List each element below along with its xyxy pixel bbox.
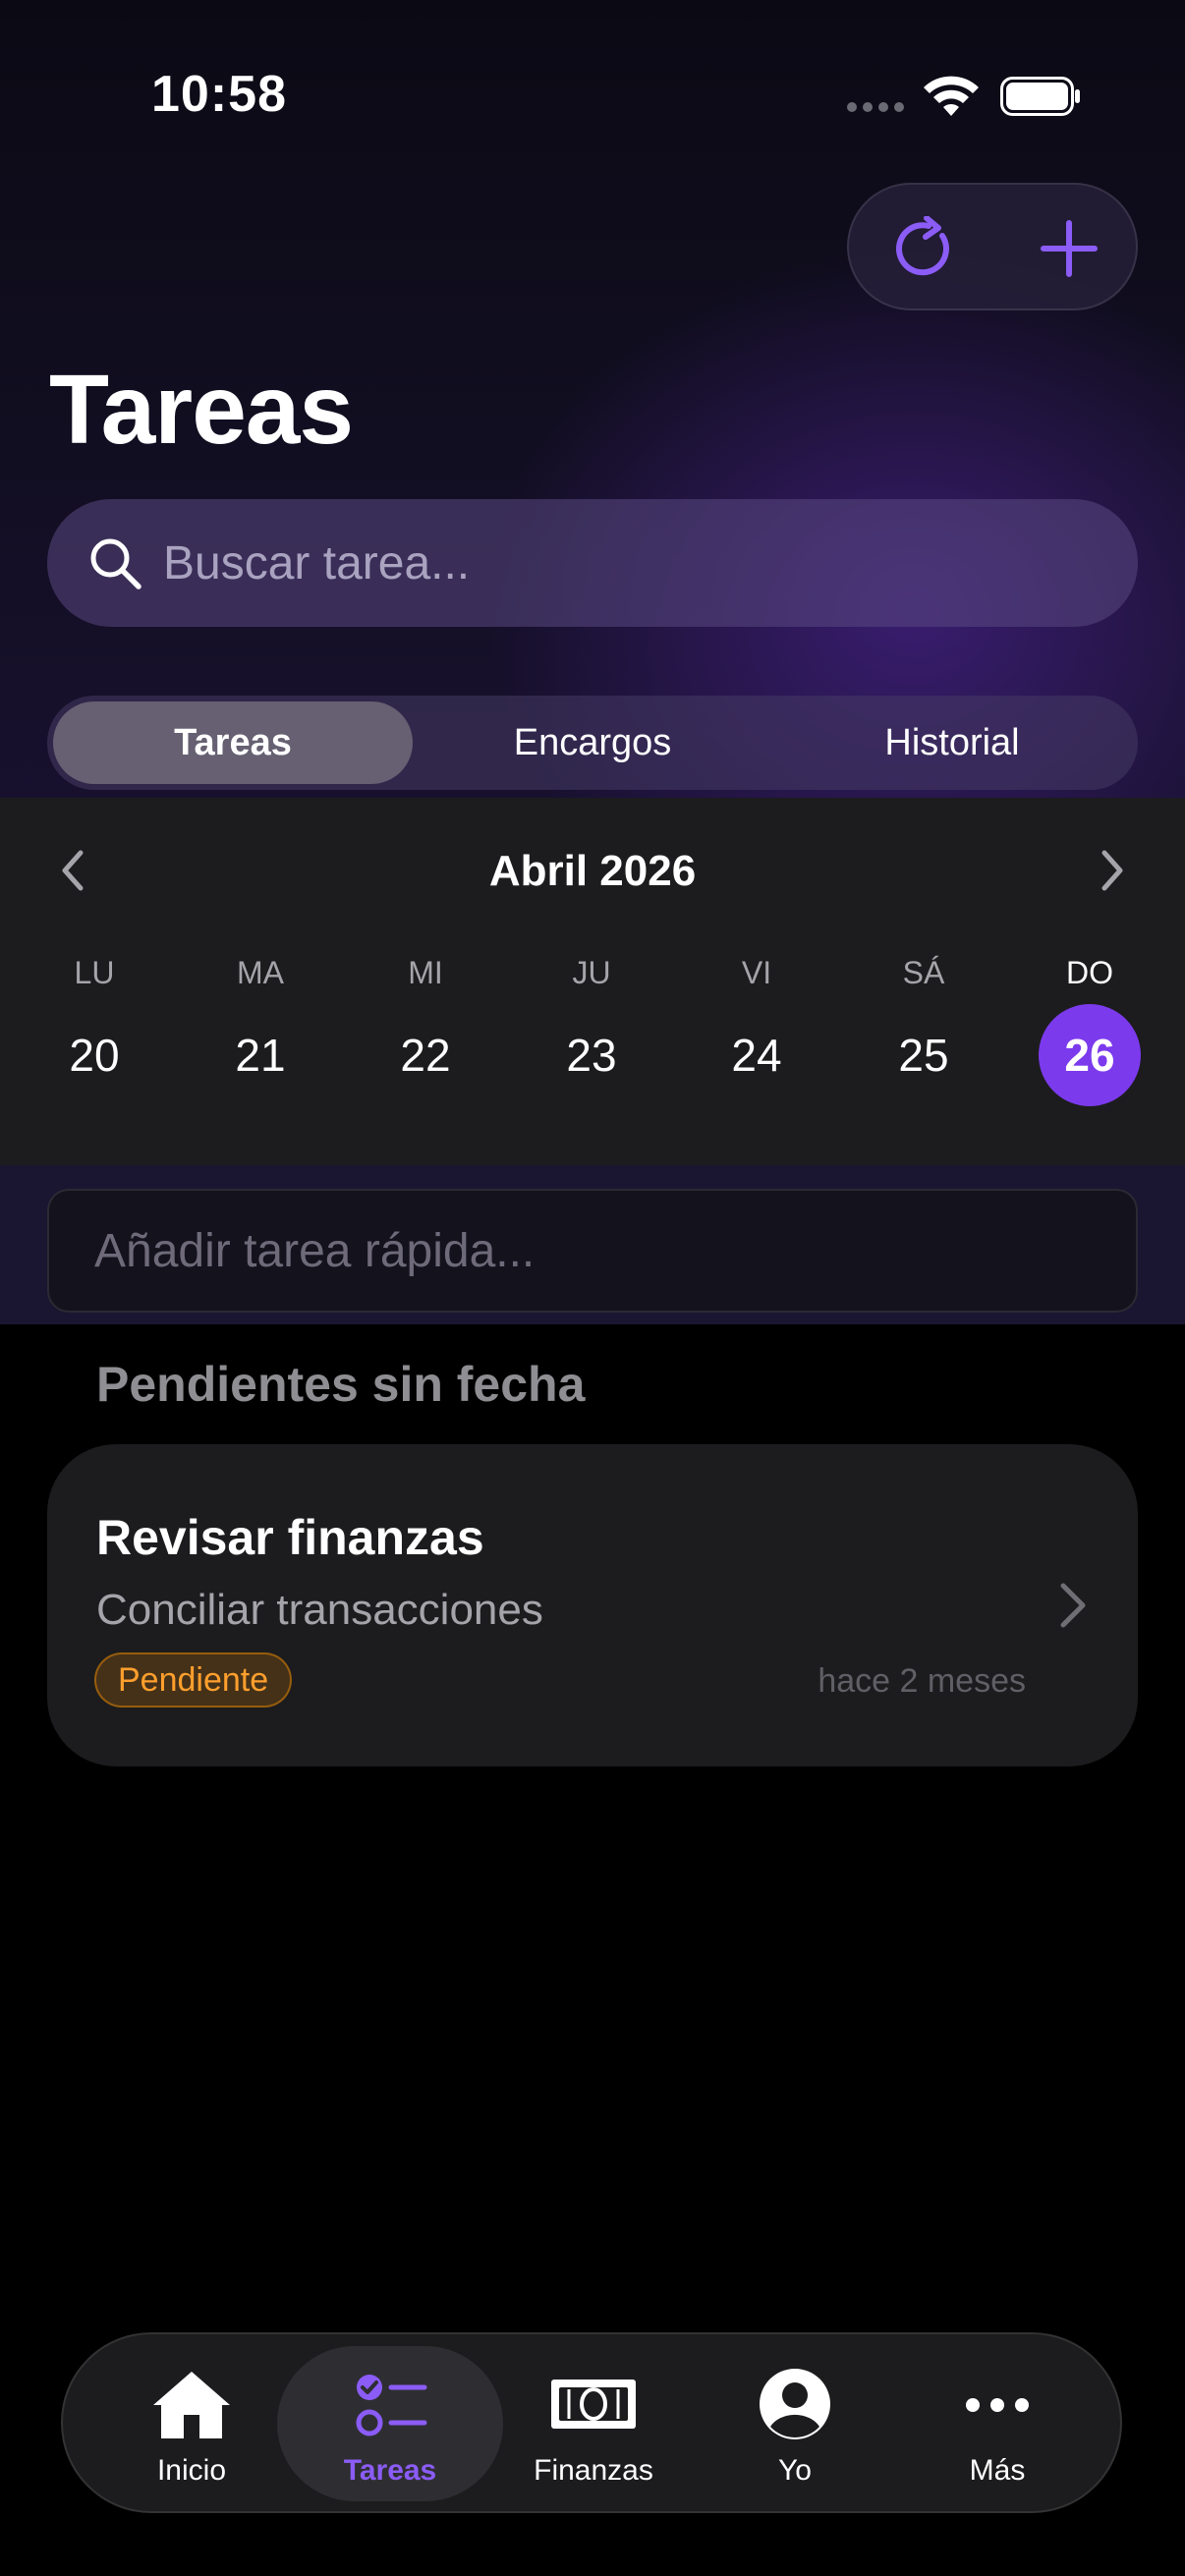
checklist-icon bbox=[356, 2375, 427, 2436]
search-input[interactable] bbox=[163, 499, 1106, 627]
quick-add-input[interactable] bbox=[94, 1191, 1097, 1311]
house-icon bbox=[153, 2372, 230, 2438]
tab-inicio[interactable]: Inicio bbox=[79, 2346, 305, 2501]
date-cell[interactable]: 24 bbox=[705, 1004, 808, 1106]
task-time-ago: hace 2 meses bbox=[818, 1662, 1026, 1700]
task-subtitle: Conciliar transacciones bbox=[96, 1586, 543, 1634]
date-cell[interactable]: 22 bbox=[374, 1004, 477, 1106]
tab-label: Tareas bbox=[343, 2454, 437, 2487]
task-title: Revisar finanzas bbox=[96, 1510, 484, 1565]
date-cell[interactable]: 23 bbox=[540, 1004, 643, 1106]
person-icon bbox=[760, 2369, 830, 2439]
date-row: 20 21 22 23 24 25 26 bbox=[0, 1004, 1185, 1106]
weekday-label: SÁ bbox=[902, 955, 945, 990]
tab-mas[interactable]: Más bbox=[884, 2346, 1110, 2501]
tab-bar: Inicio Tareas Finanzas Yo Más bbox=[61, 2332, 1122, 2513]
status-badge: Pendiente bbox=[94, 1652, 293, 1708]
calendar-month-label: Abril 2026 bbox=[488, 847, 697, 895]
cellular-signal-icon bbox=[847, 102, 906, 112]
header-actions bbox=[847, 183, 1138, 310]
search-bar[interactable] bbox=[47, 499, 1138, 627]
weekday-labels: LU MA MI JU VI SÁ DO bbox=[0, 955, 1185, 994]
page-title: Tareas bbox=[49, 355, 354, 465]
refresh-icon bbox=[895, 216, 949, 276]
tab-finanzas[interactable]: Finanzas bbox=[480, 2346, 706, 2501]
tab-label: Finanzas bbox=[534, 2454, 653, 2487]
banknote-icon bbox=[551, 2380, 636, 2429]
tab-label: Yo bbox=[778, 2454, 812, 2487]
segment-historial[interactable]: Historial bbox=[772, 701, 1132, 784]
next-week-button[interactable] bbox=[1087, 847, 1134, 894]
task-card[interactable]: Revisar finanzas Conciliar transacciones… bbox=[47, 1444, 1138, 1766]
add-task-button[interactable] bbox=[1020, 199, 1118, 298]
search-icon bbox=[90, 538, 141, 589]
wifi-icon bbox=[924, 76, 979, 116]
chevron-right-icon bbox=[1060, 1583, 1086, 1628]
weekday-label: LU bbox=[74, 955, 115, 990]
date-cell[interactable]: 25 bbox=[873, 1004, 975, 1106]
tab-label: Más bbox=[969, 2454, 1026, 2487]
status-bar: 10:58 bbox=[0, 0, 1185, 196]
refresh-button[interactable] bbox=[876, 199, 975, 298]
segment-tareas[interactable]: Tareas bbox=[53, 701, 413, 784]
date-cell[interactable]: 20 bbox=[43, 1004, 145, 1106]
weekday-label: JU bbox=[572, 955, 611, 990]
tab-yo[interactable]: Yo bbox=[682, 2346, 908, 2501]
section-title: Pendientes sin fecha bbox=[96, 1357, 586, 1412]
weekday-label: MA bbox=[237, 955, 284, 990]
ellipsis-icon bbox=[966, 2398, 1029, 2412]
quick-add-area bbox=[0, 1165, 1185, 1324]
plus-icon bbox=[1041, 220, 1098, 277]
segment-encargos[interactable]: Encargos bbox=[413, 701, 772, 784]
segmented-control: Tareas Encargos Historial bbox=[47, 696, 1138, 790]
weekday-label: MI bbox=[408, 955, 443, 990]
weekday-label: DO bbox=[1066, 955, 1113, 990]
date-cell[interactable]: 21 bbox=[209, 1004, 311, 1106]
tab-label: Inicio bbox=[156, 2454, 227, 2487]
week-calendar: Abril 2026 LU MA MI JU VI SÁ DO 20 21 22… bbox=[0, 798, 1185, 1165]
quick-add-field[interactable] bbox=[47, 1189, 1138, 1313]
weekday-label: VI bbox=[741, 955, 772, 990]
date-cell-selected[interactable]: 26 bbox=[1039, 1004, 1141, 1106]
status-time: 10:58 bbox=[151, 66, 287, 123]
battery-icon bbox=[1000, 77, 1080, 116]
tab-tareas[interactable]: Tareas bbox=[277, 2346, 503, 2501]
